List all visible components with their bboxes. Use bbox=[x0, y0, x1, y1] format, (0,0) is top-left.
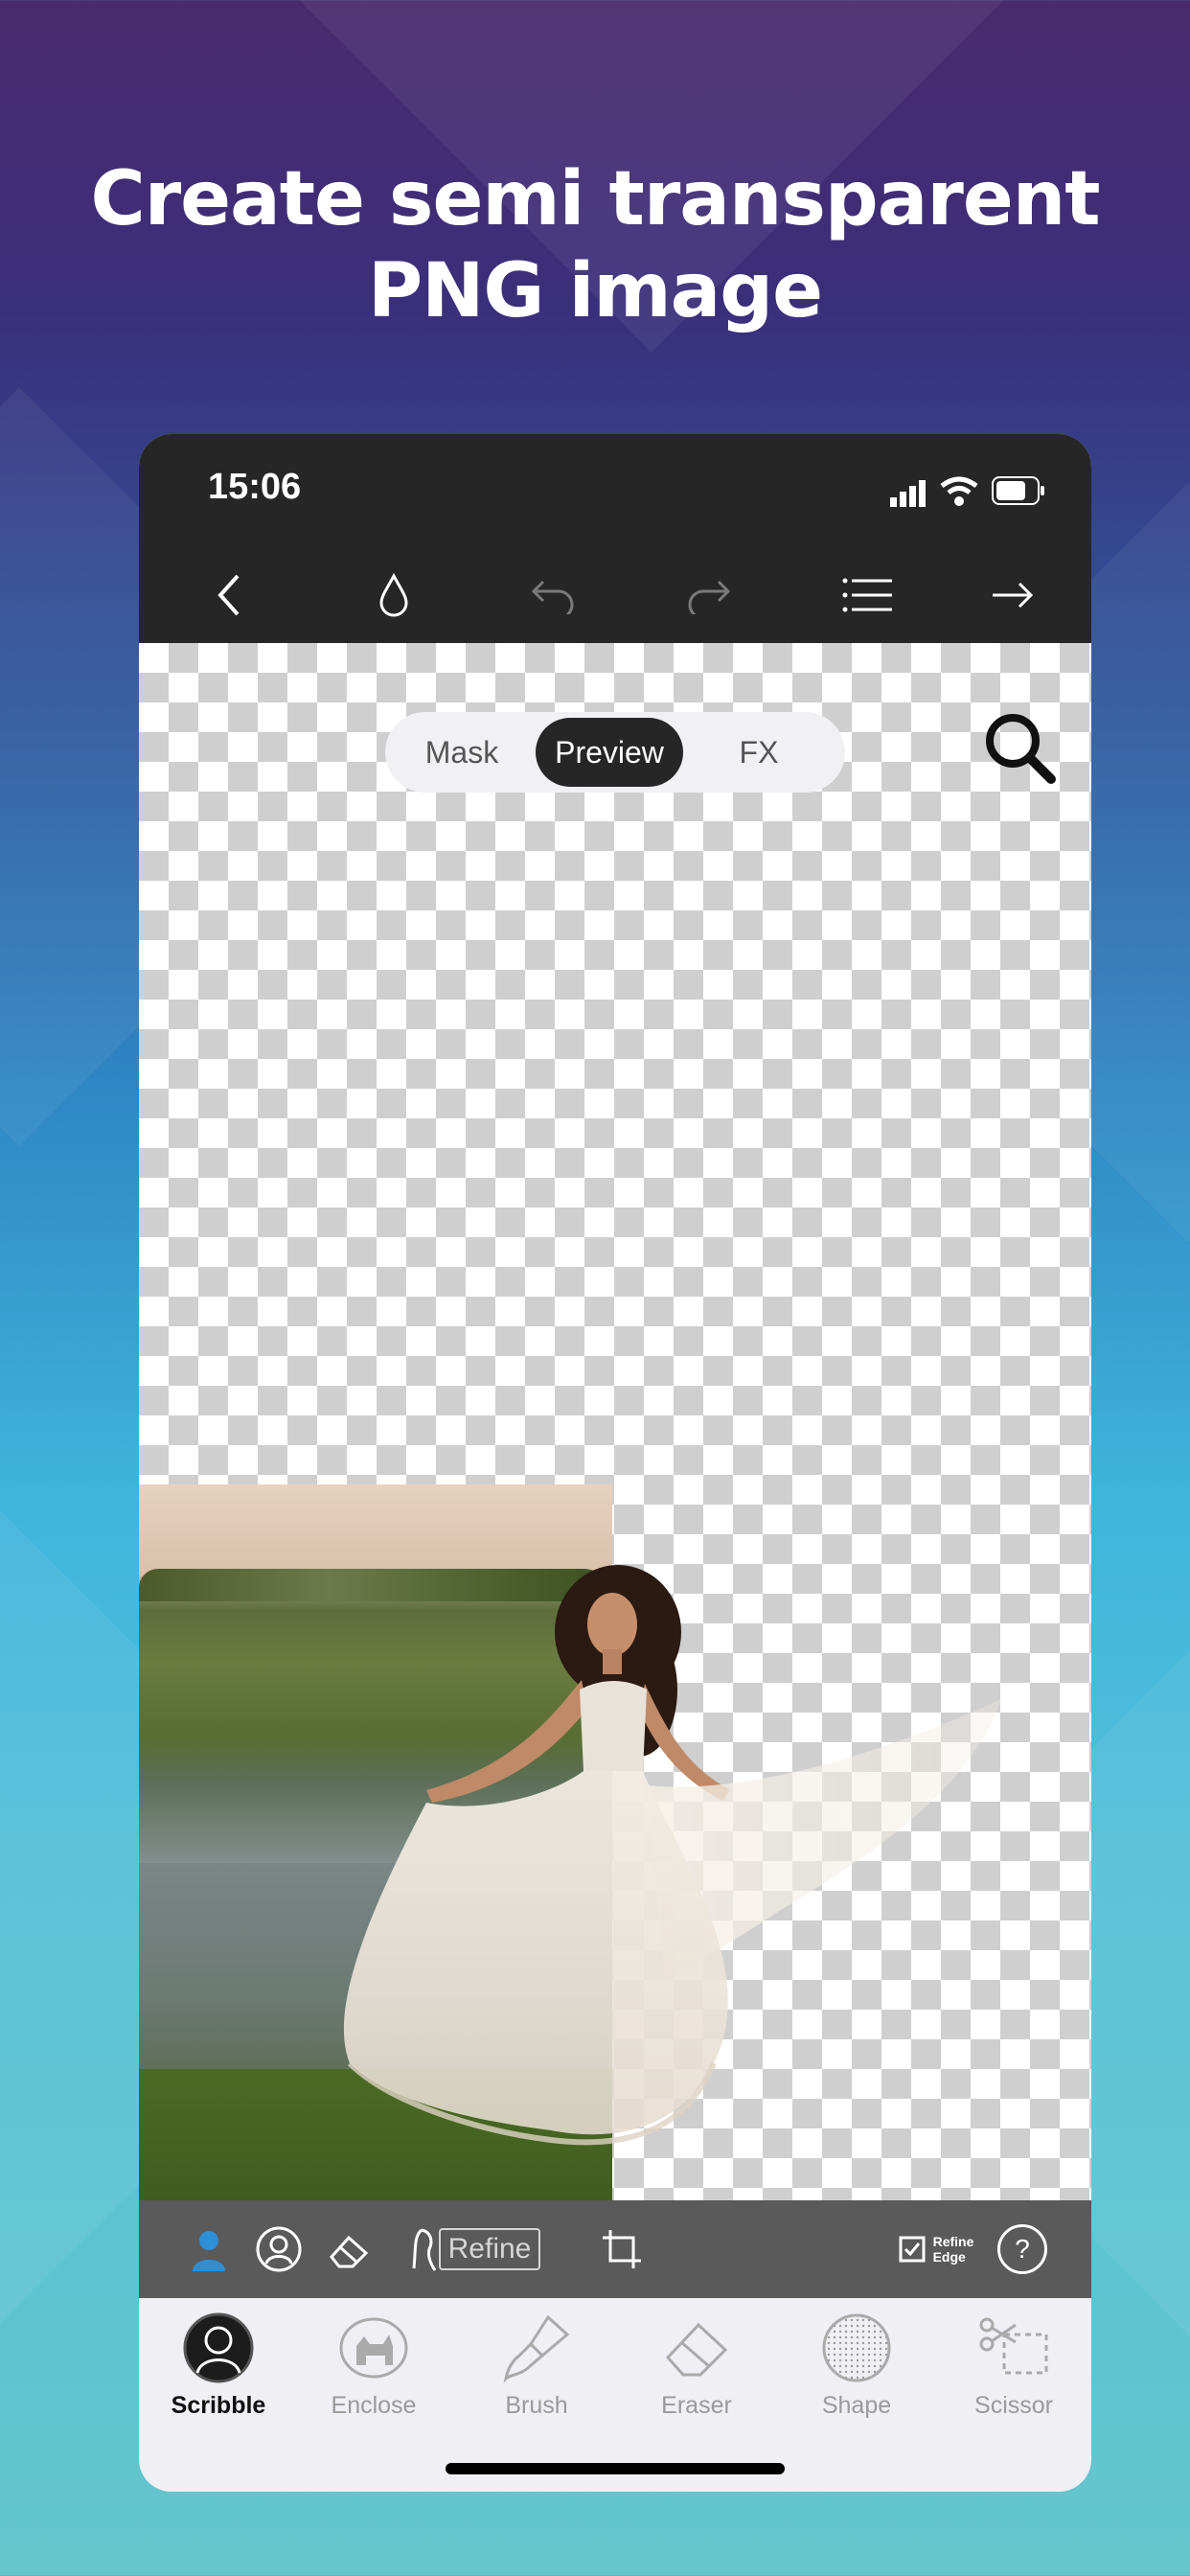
tab-enclose[interactable]: Enclose bbox=[302, 2312, 446, 2426]
back-chevron-icon bbox=[217, 574, 240, 616]
enclose-icon bbox=[339, 2317, 408, 2379]
tab-label: Shape bbox=[821, 2392, 892, 2419]
refine-edge-label: Refine Edge bbox=[933, 2234, 974, 2265]
status-time: 15:06 bbox=[208, 467, 302, 507]
editor-toolbar bbox=[139, 547, 1091, 643]
scribble-icon bbox=[183, 2312, 254, 2383]
selection-tools-strip: Refine Refine Edge ? bbox=[139, 2200, 1091, 2298]
undo-button[interactable] bbox=[522, 564, 584, 626]
undo-icon bbox=[531, 580, 574, 614]
person-outline-icon bbox=[256, 2226, 302, 2272]
menu-list-icon bbox=[842, 578, 892, 612]
back-button[interactable] bbox=[198, 564, 260, 626]
refine-hair-tool[interactable]: Refine bbox=[394, 2220, 557, 2279]
tab-label: Enclose bbox=[331, 2392, 417, 2419]
cutout-subject bbox=[343, 1565, 1001, 2146]
help-icon: ? bbox=[997, 2224, 1047, 2274]
brush-icon bbox=[503, 2314, 570, 2383]
tab-scissor[interactable]: Scissor bbox=[942, 2312, 1086, 2426]
refine-edge-line-2: Edge bbox=[932, 2249, 966, 2265]
view-mode-toggle: Mask Preview FX bbox=[385, 712, 845, 793]
headline-line-2: PNG image bbox=[367, 248, 823, 334]
eraser-icon bbox=[665, 2322, 728, 2377]
eraser-small-icon bbox=[330, 2235, 369, 2268]
promo-headline: Create semi transparent PNG image bbox=[0, 153, 1190, 337]
mode-fx-tab[interactable]: FX bbox=[692, 718, 826, 787]
wifi-icon bbox=[940, 476, 978, 506]
bottom-tab-bar: Scribble Enclose Brush Eraser Shape Scis… bbox=[139, 2298, 1091, 2492]
tab-label: Eraser bbox=[661, 2392, 732, 2419]
color-drop-button[interactable] bbox=[363, 564, 424, 626]
crop-icon bbox=[603, 2230, 641, 2268]
refine-edge-line-1: Refine bbox=[932, 2234, 974, 2249]
forward-arrow-icon bbox=[993, 582, 1034, 609]
refine-label: Refine bbox=[438, 2228, 541, 2270]
foreground-person-tool[interactable] bbox=[185, 2220, 233, 2279]
checkbox-checked-icon bbox=[899, 2236, 926, 2263]
status-bar: 15:06 bbox=[139, 434, 1091, 547]
next-button[interactable] bbox=[982, 564, 1043, 626]
zoom-magnifier-icon[interactable] bbox=[982, 710, 1059, 787]
mode-preview-tab[interactable]: Preview bbox=[536, 718, 683, 787]
redo-button[interactable] bbox=[678, 564, 740, 626]
home-indicator[interactable] bbox=[446, 2463, 785, 2474]
help-button[interactable]: ? bbox=[995, 2220, 1049, 2279]
tab-label: Brush bbox=[505, 2392, 568, 2419]
tab-shape[interactable]: Shape bbox=[785, 2312, 928, 2426]
headline-line-1: Create semi transparent bbox=[90, 156, 1100, 242]
menu-button[interactable] bbox=[836, 564, 898, 626]
person-silhouette-icon bbox=[193, 2231, 225, 2271]
redo-icon bbox=[688, 580, 731, 614]
refine-edge-toggle[interactable]: Refine Edge bbox=[888, 2220, 984, 2279]
drop-icon bbox=[379, 573, 408, 617]
crop-tool[interactable] bbox=[595, 2220, 649, 2279]
tab-brush[interactable]: Brush bbox=[465, 2312, 608, 2426]
cellular-signal-icon bbox=[890, 480, 926, 507]
phone-screen: 15:06 Mask Preview FX Refine Refine Edge… bbox=[139, 434, 1091, 2492]
battery-icon bbox=[992, 476, 1044, 505]
hair-refine-icon bbox=[412, 2228, 436, 2271]
tab-label: Scissor bbox=[974, 2392, 1053, 2419]
scissor-icon bbox=[979, 2317, 1048, 2375]
tab-label: Scribble bbox=[171, 2392, 266, 2419]
erase-tool[interactable] bbox=[323, 2220, 377, 2279]
tab-eraser[interactable]: Eraser bbox=[625, 2312, 768, 2426]
tab-scribble[interactable]: Scribble bbox=[147, 2312, 290, 2426]
background-person-tool[interactable] bbox=[252, 2220, 306, 2279]
shape-icon bbox=[822, 2313, 891, 2382]
mode-mask-tab[interactable]: Mask bbox=[395, 718, 529, 787]
